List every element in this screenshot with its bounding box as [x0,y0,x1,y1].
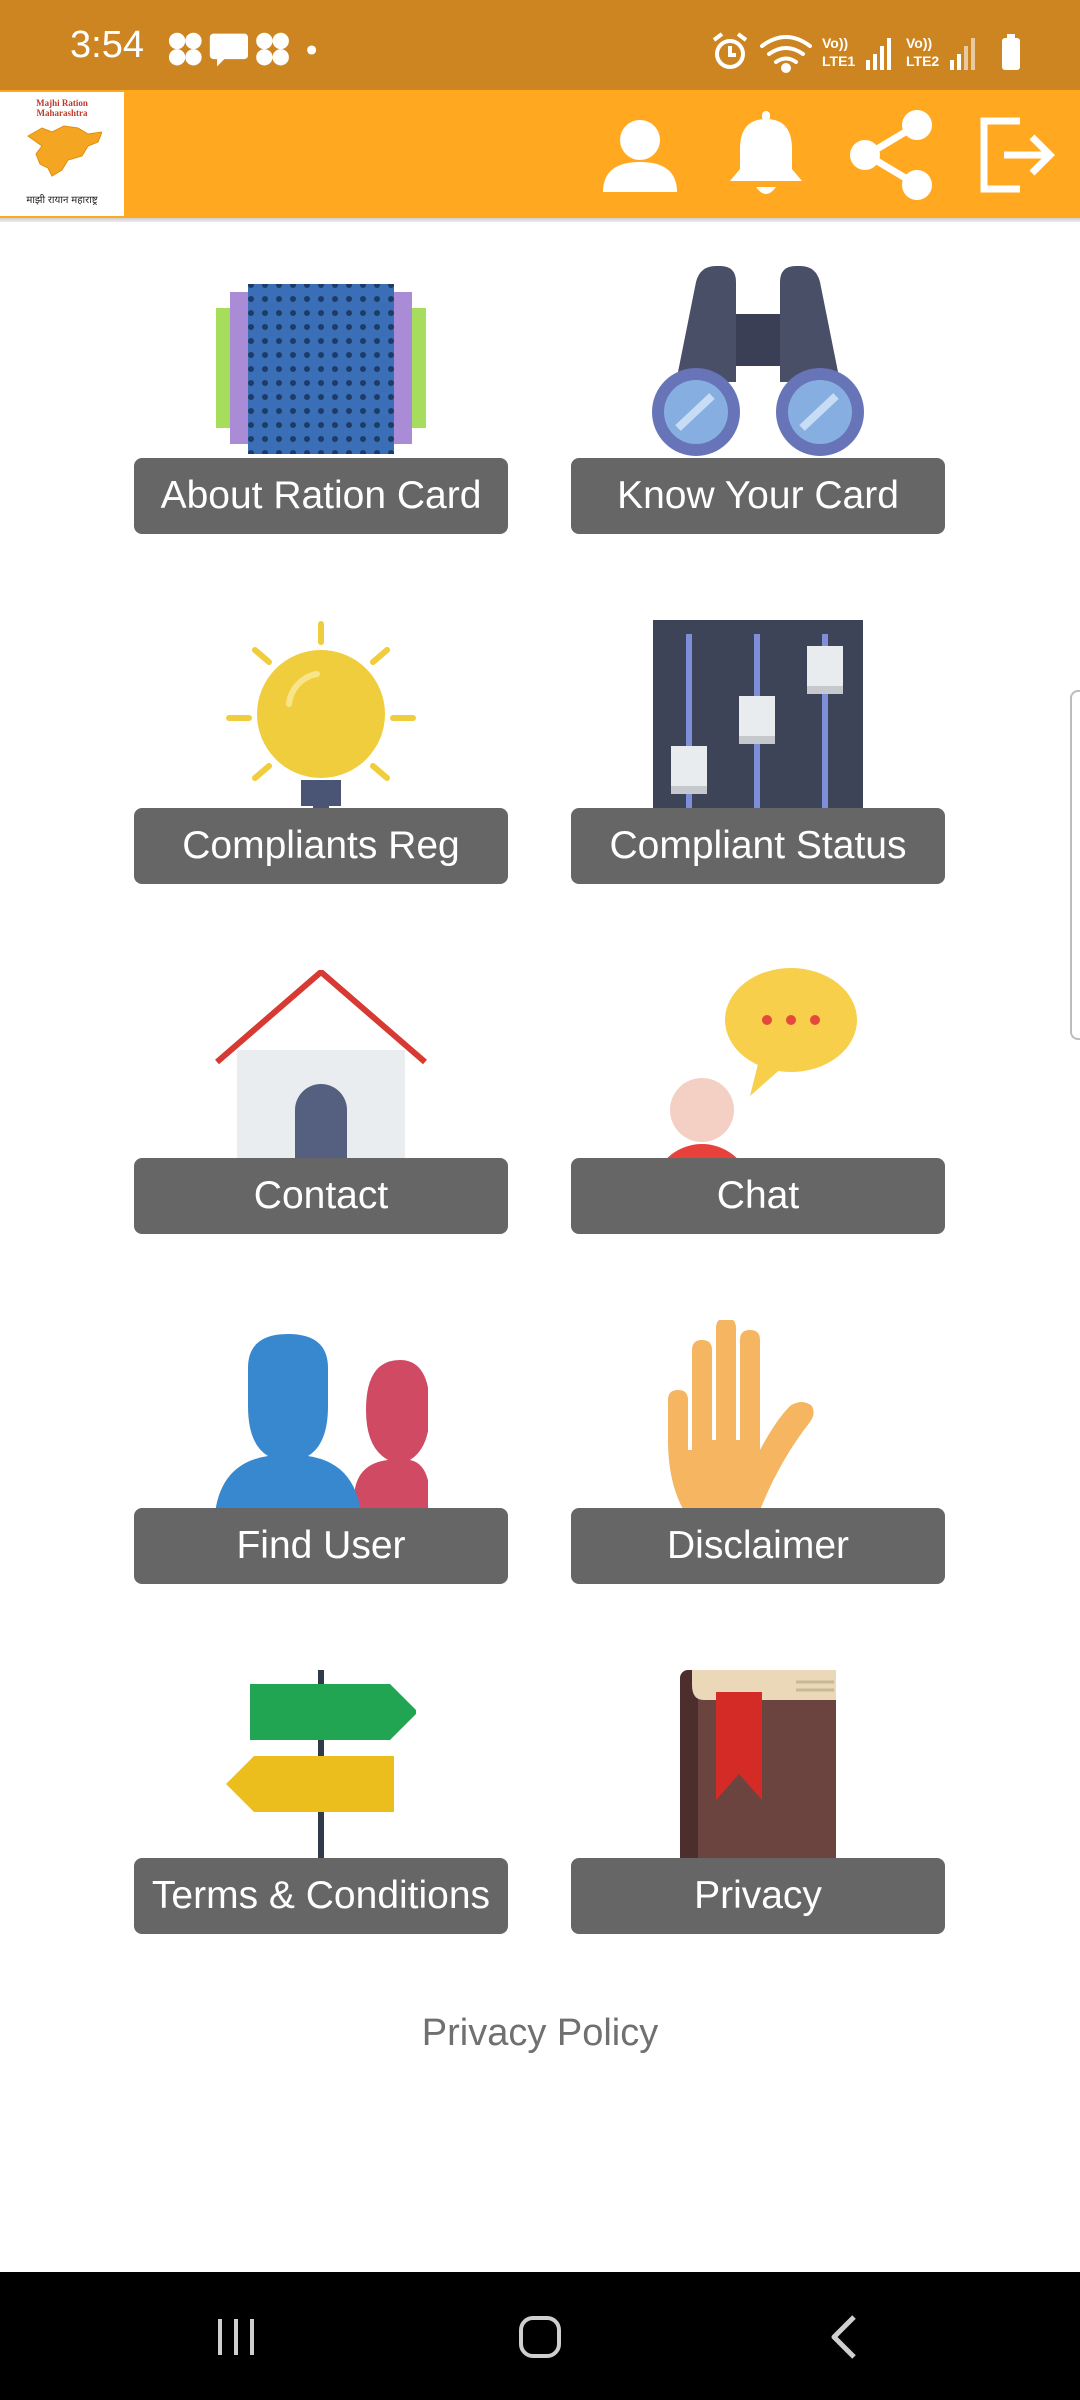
share-icon [850,110,932,200]
logo-title-line2: Maharashtra [36,108,88,118]
contact-button[interactable]: Contact [134,1158,508,1234]
share-button[interactable] [841,100,941,210]
house-icon [215,970,427,1180]
pinwheel-icon [256,32,289,66]
lightbulb-icon [226,621,416,828]
logout-icon [980,117,1055,193]
about-ration-card-button[interactable]: About Ration Card [134,458,508,534]
chat-button[interactable]: Chat [571,1158,945,1234]
users-icon [214,1334,428,1530]
terms-conditions-button[interactable]: Terms & Conditions [134,1858,508,1934]
profile-button[interactable] [590,100,690,210]
binoculars-icon [652,266,864,456]
pinwheel-icon [168,32,202,66]
profile-icon [603,120,677,192]
signpost-icon [226,1670,416,1880]
status-system-icons: Vo)) LTE1 Vo)) LTE2 [712,32,1020,73]
recent-apps-button[interactable] [176,2302,296,2372]
know-your-card-button[interactable]: Know Your Card [571,458,945,534]
svg-text:LTE2: LTE2 [906,53,939,69]
hand-stop-icon [668,1320,814,1530]
navigation-bar [0,2272,1080,2400]
battery-icon [1002,34,1020,70]
notification-bell-icon [730,111,802,194]
message-icon [209,33,248,67]
app-logo: Majhi Ration Maharashtra माझी रायान महार… [0,92,124,216]
alarm-icon [712,32,748,69]
recent-apps-icon [218,2319,254,2355]
svg-text:Vo)): Vo)) [906,35,932,51]
signal-sim1-icon: Vo)) LTE1 [822,35,891,70]
svg-text:LTE1: LTE1 [822,53,855,69]
compliant-status-button[interactable]: Compliant Status [571,808,945,884]
privacy-button[interactable]: Privacy [571,1858,945,1934]
maharashtra-map-icon [27,125,102,177]
logo-caption: माझी रायान महाराष्ट्र [26,195,98,206]
chat-bubble-icon [658,968,857,1180]
find-user-button[interactable]: Find User [134,1508,508,1584]
privacy-policy-link[interactable]: Privacy Policy [0,2012,1080,2055]
signal-sim2-icon: Vo)) LTE2 [906,35,975,70]
status-time: 3:54 [70,24,144,66]
home-button[interactable] [480,2302,600,2372]
compliants-reg-button[interactable]: Compliants Reg [134,808,508,884]
sliders-icon [653,620,863,830]
ration-card-icon [216,284,426,454]
edge-panel-handle[interactable] [1070,690,1080,1040]
home-icon [519,2316,561,2358]
status-notification-icons [168,32,317,67]
back-icon [831,2315,856,2359]
logo-title-line1: Majhi Ration [36,98,88,108]
status-bar: 3:54 Vo)) LTE1 Vo)) LTE2 [0,0,1080,90]
book-icon [680,1670,836,1880]
dot-icon [307,45,317,55]
svg-text:Vo)): Vo)) [822,35,848,51]
back-button[interactable] [784,2302,904,2372]
logout-button[interactable] [966,100,1066,210]
wifi-icon [760,35,812,73]
app-bar-divider [0,218,1080,222]
disclaimer-button[interactable]: Disclaimer [571,1508,945,1584]
notifications-button[interactable] [716,100,816,210]
